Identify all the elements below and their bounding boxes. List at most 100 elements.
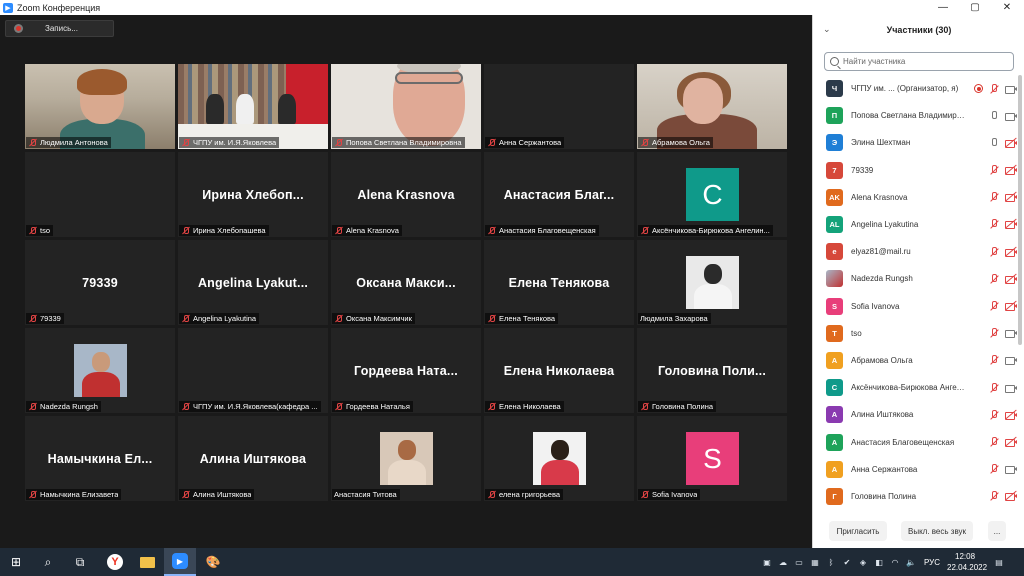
camera-off-icon[interactable]	[1005, 300, 1017, 311]
mic-icon[interactable]	[989, 110, 999, 121]
participant-row[interactable]: e elyaz81@mail.ru	[813, 238, 1019, 265]
camera-off-icon[interactable]	[1005, 246, 1017, 257]
video-tile[interactable]: Абрамова Ольга	[637, 64, 787, 149]
mic-muted-icon[interactable]	[989, 301, 999, 311]
video-tile[interactable]: ЧГПУ им. И.Я.Яковлева	[178, 64, 328, 149]
video-tile[interactable]: Елена Тенякова Елена Тенякова	[484, 240, 634, 325]
participant-search[interactable]	[824, 52, 1014, 71]
video-tile[interactable]: Анна Сержантова	[484, 64, 634, 149]
mic-icon[interactable]	[989, 137, 999, 148]
tray-icon[interactable]: ✔	[842, 557, 852, 567]
video-tile[interactable]: Алина Иштякова Алина Иштякова	[178, 416, 328, 501]
zoom-taskbar-icon[interactable]: ▶	[164, 548, 196, 576]
participant-row[interactable]: 7 79339	[813, 157, 1019, 184]
search-icon[interactable]: ⌕	[32, 548, 64, 576]
participant-row[interactable]: Г Головина Полина	[813, 483, 1019, 510]
video-tile[interactable]: Alena Krasnova Alena Krasnova	[331, 152, 481, 237]
wifi-icon[interactable]: ◠	[890, 557, 900, 567]
mic-muted-icon[interactable]	[989, 83, 999, 94]
participant-row[interactable]: Ч ЧГПУ им. ... (Организатор, я)	[813, 75, 1019, 102]
video-tile[interactable]: ЧГПУ им. И.Я.Яковлева(кафедра ...	[178, 328, 328, 413]
video-tile[interactable]: Angelina Lyakut... Angelina Lyakutina	[178, 240, 328, 325]
yandex-browser-icon[interactable]: Y	[99, 548, 131, 576]
camera-off-icon[interactable]	[1005, 219, 1017, 230]
camera-icon[interactable]	[1005, 355, 1017, 366]
participant-row[interactable]: Ttso	[813, 320, 1019, 347]
tray-icon[interactable]: ▣	[762, 557, 772, 567]
camera-off-icon[interactable]	[1005, 436, 1017, 447]
volume-icon[interactable]: 🔈	[906, 557, 916, 567]
mic-muted-icon[interactable]	[989, 382, 999, 393]
camera-icon[interactable]	[1005, 84, 1017, 94]
tray-icon[interactable]: ◧	[874, 557, 884, 567]
windows-start-icon[interactable]: ⊞	[0, 548, 32, 576]
video-tile[interactable]: елена григорьева	[484, 416, 634, 501]
mic-muted-icon[interactable]	[989, 219, 999, 229]
camera-icon[interactable]	[1005, 328, 1017, 339]
video-tile[interactable]: Головина Поли... Головина Полина	[637, 328, 787, 413]
video-tile[interactable]: Анастасия Благ... Анастасия Благовещенска…	[484, 152, 634, 237]
mic-muted-icon[interactable]	[989, 328, 999, 338]
mic-muted-icon[interactable]	[989, 355, 999, 365]
search-input[interactable]	[843, 57, 1003, 66]
mic-muted-icon[interactable]	[989, 409, 999, 420]
video-tile[interactable]: Попова Светлана Владимировна	[331, 64, 481, 149]
minimize-button[interactable]: —	[928, 0, 958, 15]
chevron-down-icon[interactable]: ⌄	[823, 24, 831, 35]
participant-row[interactable]: П Попова Светлана Владимировна	[813, 102, 1019, 129]
recording-indicator[interactable]: Запись...	[5, 20, 114, 37]
clock-date[interactable]: 22.04.2022	[947, 563, 987, 572]
camera-off-icon[interactable]	[1005, 273, 1017, 284]
clock-time[interactable]: 12:08	[955, 552, 975, 561]
mic-muted-icon[interactable]	[989, 165, 999, 175]
camera-off-icon[interactable]	[1005, 409, 1017, 420]
participant-row[interactable]: А Анастасия Благовещенская	[813, 428, 1019, 455]
camera-off-icon[interactable]	[1005, 490, 1017, 502]
video-tile[interactable]: Nadezda Rungsh	[25, 328, 175, 413]
video-tile[interactable]: Ирина Хлебоп... Ирина Хлебопашева	[178, 152, 328, 237]
camera-off-icon[interactable]	[1005, 191, 1017, 203]
mic-muted-icon[interactable]	[989, 464, 999, 474]
tray-icon[interactable]: ▭	[794, 557, 804, 567]
maximize-button[interactable]: ▢	[960, 0, 990, 15]
scrollbar[interactable]	[1018, 75, 1022, 495]
participant-row[interactable]: А Абрамова Ольга	[813, 347, 1019, 374]
participant-row[interactable]: AK Alena Krasnova	[813, 184, 1019, 211]
video-tile[interactable]: tso	[25, 152, 175, 237]
more-button[interactable]: ...	[988, 521, 1006, 541]
invite-button[interactable]: Пригласить	[829, 521, 887, 541]
camera-off-icon[interactable]	[1005, 137, 1017, 148]
video-tile[interactable]: С Аксёнчикова-Бирюкова Ангелин...	[637, 152, 787, 237]
video-tile[interactable]: S Sofia Ivanova	[637, 416, 787, 501]
scrollbar-thumb[interactable]	[1018, 75, 1022, 345]
video-tile[interactable]: Анастасия Титова	[331, 416, 481, 501]
participant-row[interactable]: AL Angelina Lyakutina	[813, 211, 1019, 238]
task-view-icon[interactable]: ⧉	[64, 548, 96, 576]
input-language[interactable]: РУС	[924, 558, 940, 567]
bluetooth-icon[interactable]: ᛒ	[826, 557, 836, 567]
camera-icon[interactable]	[1005, 464, 1017, 475]
tray-icon[interactable]: ◈	[858, 557, 868, 567]
participant-row[interactable]: S Sofia Ivanova	[813, 293, 1019, 320]
camera-off-icon[interactable]	[1005, 164, 1017, 176]
video-tile[interactable]: Гордеева Ната... Гордеева Наталья	[331, 328, 481, 413]
participant-row[interactable]: Nadezda Rungsh	[813, 265, 1019, 292]
video-tile[interactable]: Людмила Антонова	[25, 64, 175, 149]
tray-icon[interactable]: ☁	[778, 557, 788, 567]
mic-muted-icon[interactable]	[989, 246, 999, 257]
camera-icon[interactable]	[1005, 111, 1017, 121]
mute-all-button[interactable]: Выкл. весь звук	[901, 521, 973, 541]
mic-muted-icon[interactable]	[989, 436, 999, 447]
participant-row[interactable]: Э Элина Шехтман	[813, 129, 1019, 156]
video-tile[interactable]: Елена Николаева Елена Николаева	[484, 328, 634, 413]
video-tile[interactable]: Людмила Захарова	[637, 240, 787, 325]
video-tile[interactable]: Намычкина Ел... Намычкина Елизавета	[25, 416, 175, 501]
camera-icon[interactable]	[1005, 383, 1017, 393]
participant-row[interactable]: А Алина Иштякова	[813, 401, 1019, 428]
mic-muted-icon[interactable]	[989, 192, 999, 202]
paint-icon[interactable]: 🎨	[197, 548, 229, 576]
close-button[interactable]: ✕	[992, 0, 1022, 15]
video-tile[interactable]: Оксана Макси... Оксана Максимчик	[331, 240, 481, 325]
notifications-icon[interactable]: ▤	[994, 557, 1004, 567]
participant-row[interactable]: А Анна Сержантова	[813, 456, 1019, 483]
